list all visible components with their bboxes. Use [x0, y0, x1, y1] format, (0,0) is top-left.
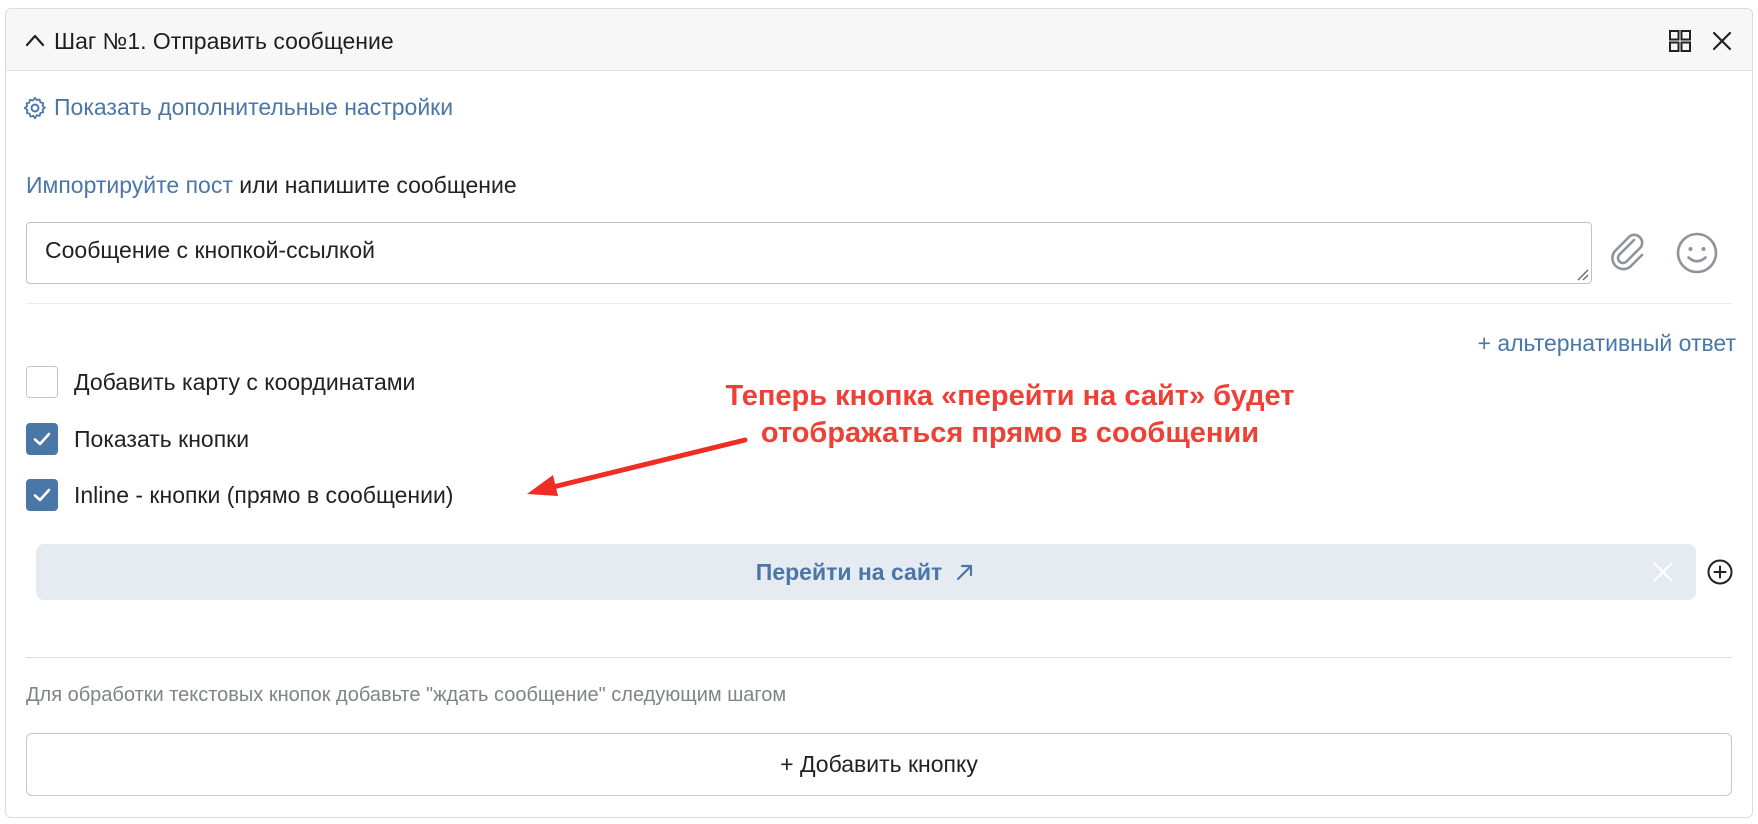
close-icon[interactable]: [1710, 29, 1734, 53]
close-icon[interactable]: [1652, 561, 1674, 583]
show-settings-label: Показать дополнительные настройки: [54, 94, 454, 120]
smile-icon[interactable]: [1674, 230, 1720, 276]
checkbox-add-map[interactable]: Добавить карту с координатами: [26, 366, 415, 398]
import-hint-text: или напишите сообщение: [232, 172, 517, 198]
checkbox-label: Показать кнопки: [74, 425, 250, 452]
message-textarea[interactable]: Сообщение с кнопкой-ссылкой: [26, 222, 1592, 284]
checkbox-checked[interactable]: [26, 479, 58, 511]
checkbox-unchecked[interactable]: [26, 366, 58, 398]
checkbox-show-buttons[interactable]: Показать кнопки: [26, 423, 249, 455]
checkmark-icon: [33, 488, 51, 502]
link-button-go-to-site[interactable]: Перейти на сайт: [36, 544, 1696, 600]
link-button-label: Перейти на сайт: [755, 558, 943, 585]
annotation-arrow-icon: [527, 437, 748, 496]
text-buttons-hint: Для обработки текстовых кнопок добавьте …: [26, 684, 787, 706]
resize-handle-icon[interactable]: [1575, 267, 1589, 281]
message-text: Сообщение с кнопкой-ссылкой: [45, 237, 375, 263]
chevron-up-icon[interactable]: [24, 30, 46, 52]
import-line: Импортируйте пост или напишите сообщение: [26, 172, 517, 199]
import-post-link[interactable]: Импортируйте пост: [26, 172, 233, 198]
add-button[interactable]: + Добавить кнопку: [26, 733, 1732, 796]
plus-circle-icon[interactable]: [1706, 558, 1734, 586]
divider: [26, 657, 1732, 658]
gear-icon: [23, 96, 46, 119]
paperclip-icon[interactable]: [1606, 230, 1650, 274]
grid-icon[interactable]: [1668, 29, 1692, 53]
checkbox-checked[interactable]: [26, 423, 58, 455]
annotation-line-1: Теперь кнопка «перейти на сайт» будет: [725, 380, 1295, 412]
checkbox-label: Добавить карту с координатами: [74, 368, 416, 395]
checkbox-inline-buttons[interactable]: Inline - кнопки (прямо в сообщении): [26, 479, 453, 511]
checkmark-icon: [33, 432, 51, 446]
alternative-answer-link[interactable]: + альтернативный ответ: [1478, 330, 1736, 357]
show-settings-link[interactable]: Показать дополнительные настройки: [22, 94, 453, 121]
divider: [26, 303, 1732, 304]
external-link-icon: [957, 564, 973, 581]
checkbox-label: Inline - кнопки (прямо в сообщении): [74, 481, 454, 508]
step-header: Шаг №1. Отправить сообщение: [6, 9, 1752, 71]
step-title: Шаг №1. Отправить сообщение: [54, 28, 394, 54]
